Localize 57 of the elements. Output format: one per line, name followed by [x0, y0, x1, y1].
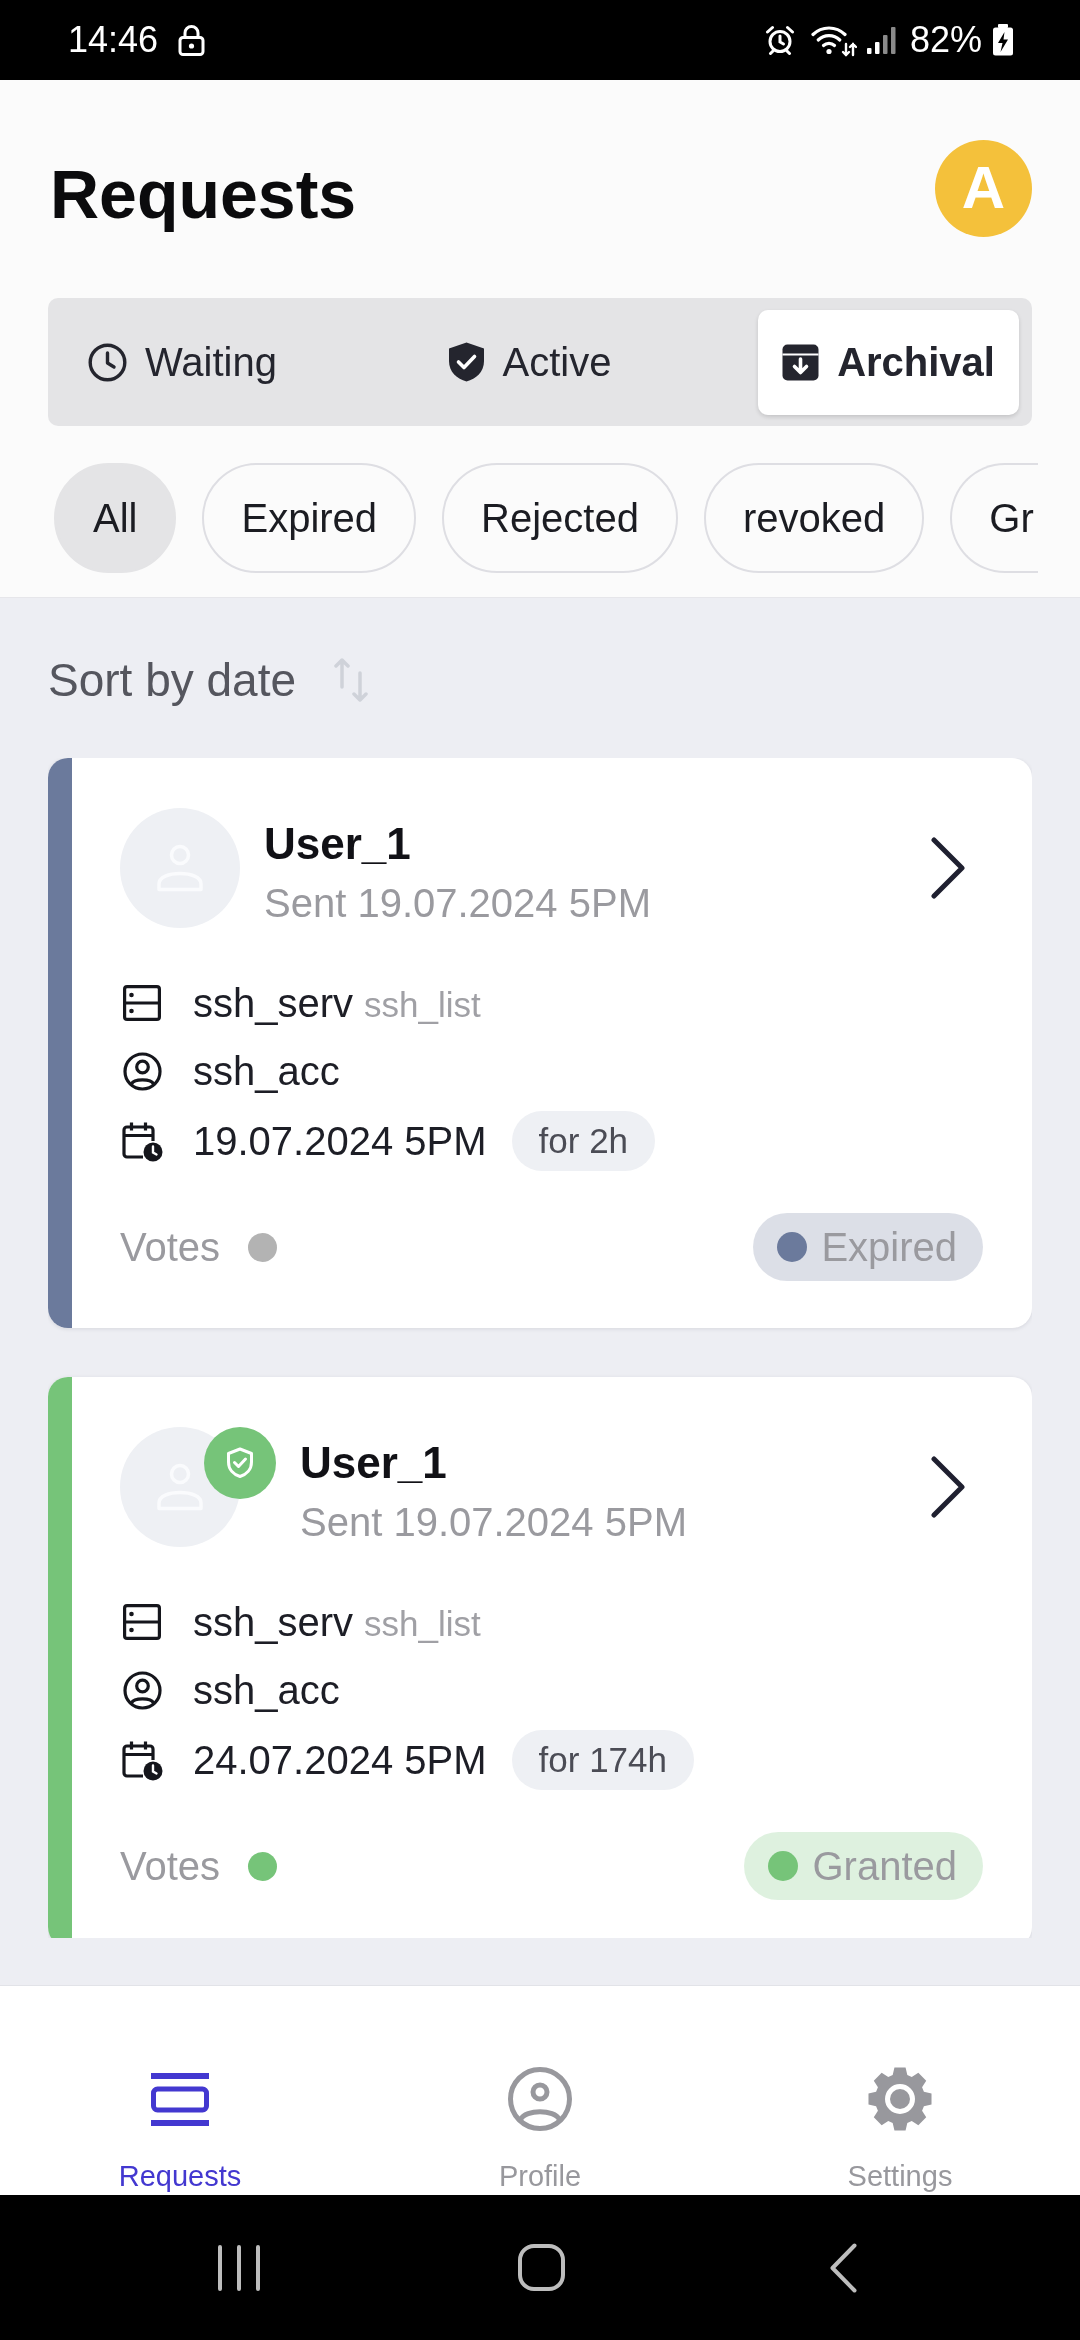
nav-item[interactable]: Requests: [118, 2066, 242, 2195]
alarm-clock-icon: [764, 25, 795, 55]
user-circle-icon: [508, 2067, 572, 2131]
user-name: User_1: [300, 1436, 448, 1489]
request-card[interactable]: User_1 Sent 19.07.2024 5PM ssh_serv ssh_list ssh_acc 19.07.2024 5PM for 2h Votes Expired: [48, 758, 1032, 1328]
status-label: Granted: [812, 1843, 957, 1890]
request-card[interactable]: User_1 Sent 19.07.2024 5PM ssh_serv ssh_list ssh_acc 24.07.2024 5PM for 174h Votes Granted: [48, 1377, 1032, 1938]
sort-button[interactable]: Sort by date: [48, 652, 369, 708]
calendar-clock-icon: [121, 1120, 163, 1162]
server-group: ssh_list: [364, 984, 481, 1026]
chevron-right-icon[interactable]: [930, 837, 966, 899]
sent-date: Sent 19.07.2024 5PM: [264, 879, 652, 927]
user-circle-icon: [122, 1670, 162, 1710]
calendar-clock-icon: [121, 1739, 163, 1781]
clock-icon: [88, 342, 127, 382]
sent-date: Sent 19.07.2024 5PM: [300, 1498, 688, 1546]
archive-box-icon: [782, 343, 820, 381]
sort-arrows-icon: [334, 657, 369, 703]
stacked-rectangle-icon: [151, 2072, 209, 2126]
signal-bars-icon: [866, 26, 896, 54]
access-date: 24.07.2024 5PM: [193, 1737, 487, 1784]
server-icon: [123, 985, 161, 1021]
status-time: 14:46: [68, 20, 159, 60]
settings-icon: [867, 2066, 933, 2132]
filter-chip[interactable]: Expired: [202, 463, 417, 573]
tab[interactable]: Active: [423, 309, 636, 415]
tab[interactable]: Archival: [758, 309, 1019, 415]
home-icon[interactable]: [518, 2244, 565, 2291]
account-name: ssh_acc: [193, 1048, 340, 1095]
filter-chip[interactable]: Rejected: [442, 463, 678, 573]
page-title: Requests: [50, 156, 357, 232]
server-name: ssh_serv: [193, 980, 354, 1027]
wifi-icon: [810, 23, 857, 57]
votes-label: Votes: [120, 1843, 221, 1890]
lock-icon: [178, 24, 206, 56]
filter-chip[interactable]: All: [54, 463, 177, 573]
chevron-right-icon[interactable]: [930, 1456, 966, 1518]
duration-tag: for 174h: [511, 1730, 694, 1790]
battery-percent: 82%: [909, 20, 982, 60]
filter-chip[interactable]: revoked: [703, 463, 925, 573]
server-group: ssh_list: [364, 1603, 481, 1645]
tab[interactable]: Waiting: [64, 309, 301, 415]
status-label: Expired: [821, 1224, 957, 1271]
shield-check-icon: [447, 342, 485, 382]
access-date: 19.07.2024 5PM: [193, 1118, 487, 1165]
duration-tag: for 2h: [511, 1111, 656, 1171]
filter-chip[interactable]: Gr: [950, 463, 1038, 573]
back-icon[interactable]: [830, 2242, 857, 2293]
recent-apps-icon[interactable]: [218, 2244, 260, 2291]
user-circle-icon: [122, 1051, 162, 1091]
battery-charging-icon: [992, 24, 1014, 56]
votes-label: Votes: [120, 1224, 221, 1271]
server-name: ssh_serv: [193, 1599, 354, 1646]
server-icon: [123, 1604, 161, 1640]
account-name: ssh_acc: [193, 1667, 340, 1714]
person-icon: [155, 1463, 205, 1511]
user-name: User_1: [264, 817, 412, 870]
